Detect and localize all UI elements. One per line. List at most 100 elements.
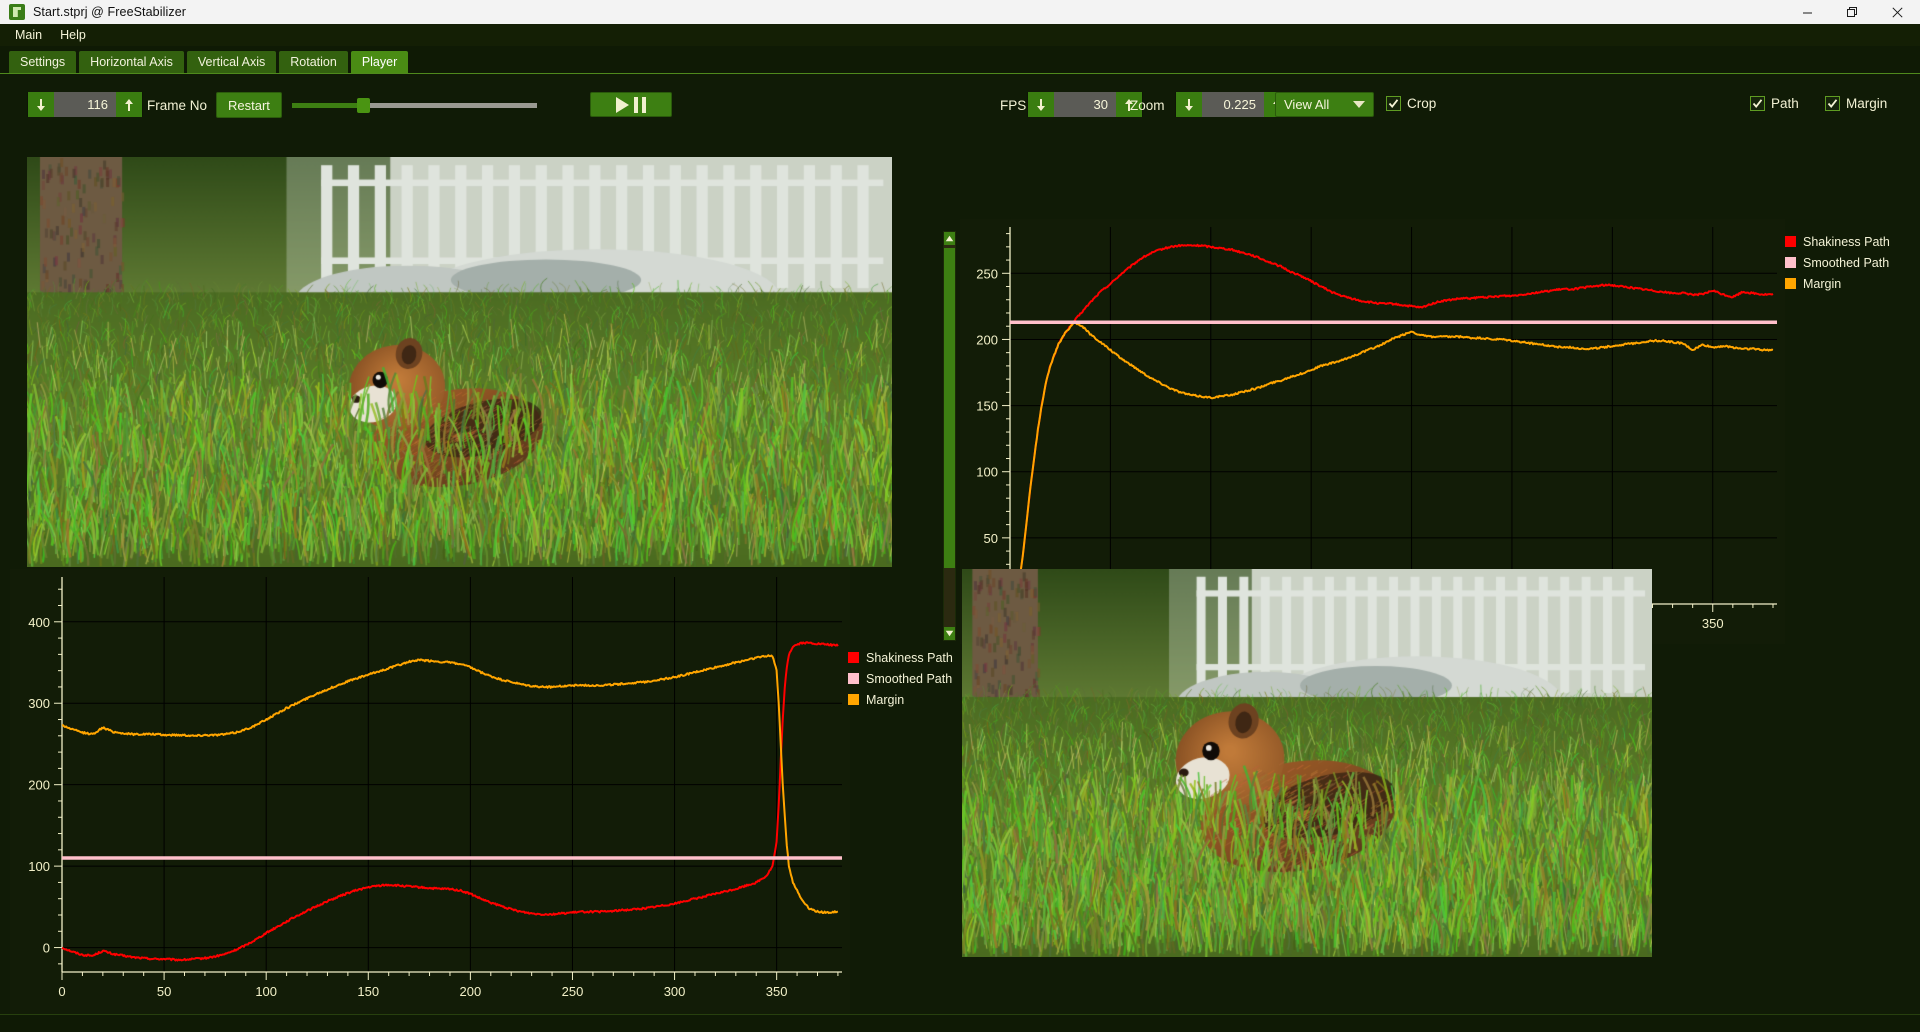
path-checkbox[interactable]: Path xyxy=(1750,96,1799,111)
svg-text:150: 150 xyxy=(976,399,998,414)
svg-text:250: 250 xyxy=(976,266,998,281)
player-toolbar: 116 Frame No Restart FPS 30 Zoom 0.225 V… xyxy=(0,74,1920,130)
legend-row: Shakiness Path xyxy=(1785,231,1890,252)
frame-no-label: Frame No xyxy=(147,98,208,113)
tab-vertical-axis[interactable]: Vertical Axis xyxy=(186,51,277,73)
svg-text:300: 300 xyxy=(28,696,50,711)
legend-row: Margin xyxy=(1785,273,1890,294)
svg-text:400: 400 xyxy=(28,615,50,630)
svg-text:100: 100 xyxy=(976,465,998,480)
frame-slider[interactable] xyxy=(292,95,537,115)
frame-slider-track xyxy=(363,102,537,108)
svg-text:0: 0 xyxy=(58,984,65,999)
scroll-down-arrow-icon[interactable] xyxy=(944,627,955,640)
vertical-axis-chart-legend: Shakiness Path Smoothed Path Margin xyxy=(848,647,953,710)
frame-slider-filled-track xyxy=(292,102,363,108)
stabilized-video-preview[interactable] xyxy=(962,569,1652,957)
svg-text:150: 150 xyxy=(357,984,379,999)
app-icon xyxy=(9,4,25,20)
svg-text:350: 350 xyxy=(1702,616,1724,631)
fps-value[interactable]: 30 xyxy=(1054,92,1116,117)
restart-button[interactable]: Restart xyxy=(216,92,282,118)
frame-slider-knob[interactable] xyxy=(357,97,370,113)
margin-label: Margin xyxy=(1846,96,1888,111)
legend-row: Smoothed Path xyxy=(1785,252,1890,273)
view-mode-value: View All xyxy=(1284,97,1330,112)
legend-swatch-shakiness xyxy=(1785,236,1796,247)
fps-decrement-button[interactable] xyxy=(1028,92,1054,117)
svg-text:200: 200 xyxy=(460,984,482,999)
svg-text:50: 50 xyxy=(984,531,998,546)
legend-swatch-shakiness xyxy=(848,652,859,663)
svg-text:300: 300 xyxy=(664,984,686,999)
frame-no-decrement-button[interactable] xyxy=(28,92,54,117)
chevron-down-icon xyxy=(1353,101,1365,108)
svg-text:0: 0 xyxy=(43,941,50,956)
frame-no-increment-button[interactable] xyxy=(116,92,142,117)
minimize-button[interactable] xyxy=(1785,0,1830,24)
tab-player[interactable]: Player xyxy=(350,51,409,73)
legend-label: Margin xyxy=(1803,276,1842,291)
svg-text:200: 200 xyxy=(28,778,50,793)
legend-swatch-margin xyxy=(1785,278,1796,289)
statusbar xyxy=(0,1014,1920,1032)
horizontal-axis-chart-legend: Shakiness Path Smoothed Path Margin xyxy=(1785,231,1890,294)
tab-horizontal-axis[interactable]: Horizontal Axis xyxy=(79,51,184,73)
legend-label: Smoothed Path xyxy=(866,671,953,686)
zoom-decrement-button[interactable] xyxy=(1176,92,1202,117)
legend-label: Shakiness Path xyxy=(1803,234,1890,249)
close-button[interactable] xyxy=(1875,0,1920,24)
view-mode-dropdown[interactable]: View All xyxy=(1275,92,1374,117)
vertical-axis-chart[interactable]: 0 50 100 150 200 250 300 350 0 100 200 300 400 xyxy=(10,569,850,1014)
pause-icon xyxy=(634,96,646,113)
svg-text:200: 200 xyxy=(976,332,998,347)
svg-text:100: 100 xyxy=(255,984,277,999)
crop-checkbox[interactable]: Crop xyxy=(1386,96,1436,111)
path-checkbox-box[interactable] xyxy=(1750,96,1765,111)
legend-swatch-smoothed xyxy=(1785,257,1796,268)
vertical-axis-chart-svg: 0 50 100 150 200 250 300 350 0 100 200 300 400 xyxy=(10,569,850,1014)
chart-scrollbar-thumb[interactable] xyxy=(944,248,955,568)
path-label: Path xyxy=(1771,96,1799,111)
svg-text:250: 250 xyxy=(562,984,584,999)
crop-label: Crop xyxy=(1407,96,1437,111)
legend-row: Smoothed Path xyxy=(848,668,953,689)
fps-stepper[interactable]: 30 xyxy=(1027,92,1143,117)
legend-label: Smoothed Path xyxy=(1803,255,1890,270)
play-pause-button[interactable] xyxy=(590,92,672,117)
maximize-button[interactable] xyxy=(1830,0,1875,24)
frame-no-value[interactable]: 116 xyxy=(54,92,116,117)
frame-no-stepper[interactable]: 116 xyxy=(27,92,143,117)
legend-swatch-margin xyxy=(848,694,859,705)
player-workarea: 116 Frame No Restart FPS 30 Zoom 0.225 V… xyxy=(0,73,1920,1032)
menubar: Main Help xyxy=(0,24,1920,46)
margin-checkbox-box[interactable] xyxy=(1825,96,1840,111)
play-icon xyxy=(616,96,629,113)
svg-text:100: 100 xyxy=(28,859,50,874)
tabstrip: Settings Horizontal Axis Vertical Axis R… xyxy=(0,46,1920,73)
zoom-value[interactable]: 0.225 xyxy=(1202,92,1264,117)
legend-row: Margin xyxy=(848,689,953,710)
window-title: Start.stprj @ FreeStabilizer xyxy=(33,5,187,19)
scroll-up-arrow-icon[interactable] xyxy=(944,232,955,245)
zoom-label: Zoom xyxy=(1130,98,1165,113)
svg-text:50: 50 xyxy=(157,984,171,999)
original-video-canvas xyxy=(27,157,892,567)
margin-checkbox[interactable]: Margin xyxy=(1825,96,1887,111)
crop-checkbox-box[interactable] xyxy=(1386,96,1401,111)
stabilized-video-canvas xyxy=(962,569,1652,957)
legend-row: Shakiness Path xyxy=(848,647,953,668)
tab-rotation[interactable]: Rotation xyxy=(279,51,348,73)
legend-label: Shakiness Path xyxy=(866,650,953,665)
original-video-preview[interactable] xyxy=(27,157,892,567)
zoom-stepper[interactable]: 0.225 xyxy=(1175,92,1291,117)
menu-item-help[interactable]: Help xyxy=(51,26,95,44)
menu-item-main[interactable]: Main xyxy=(6,26,51,44)
window-titlebar: Start.stprj @ FreeStabilizer xyxy=(0,0,1920,24)
tab-settings[interactable]: Settings xyxy=(9,51,77,73)
legend-swatch-smoothed xyxy=(848,673,859,684)
window-controls xyxy=(1785,0,1920,24)
svg-text:350: 350 xyxy=(766,984,788,999)
chart-vertical-scrollbar[interactable] xyxy=(943,231,956,641)
legend-label: Margin xyxy=(866,692,905,707)
